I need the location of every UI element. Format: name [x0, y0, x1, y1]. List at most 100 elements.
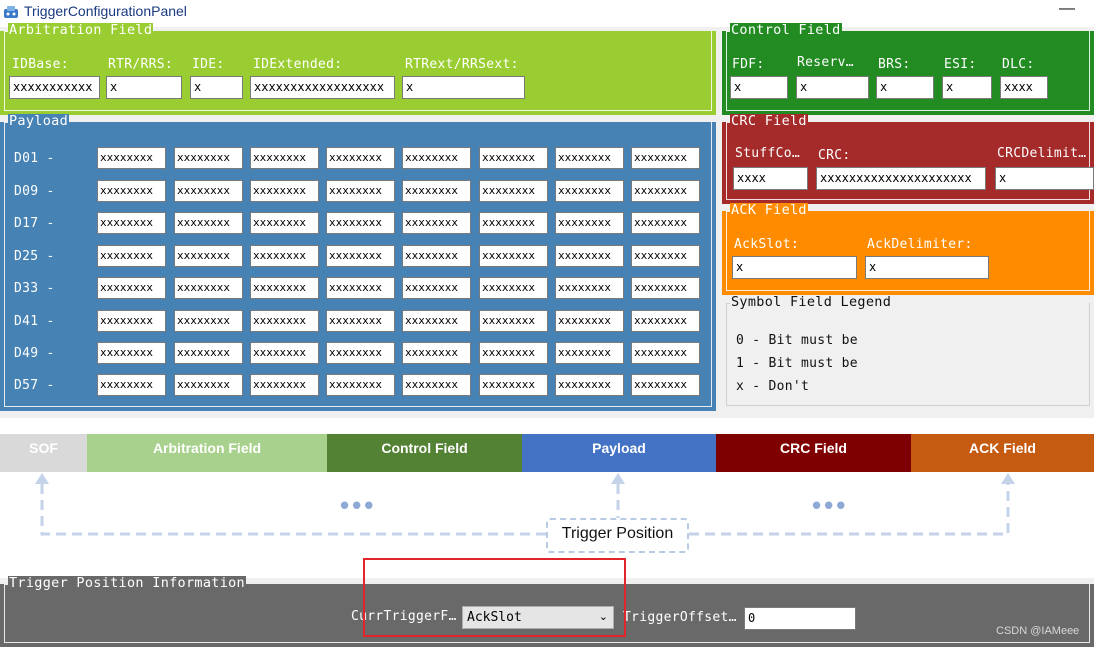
payload-byte-input[interactable]: xxxxxxxx [326, 310, 395, 332]
reserved-input[interactable]: x [796, 76, 869, 99]
title-bar: TriggerConfigurationPanel — [0, 0, 1094, 27]
arrow-right [689, 484, 1010, 536]
payload-byte-input[interactable]: xxxxxxxx [326, 147, 395, 169]
payload-byte-input[interactable]: xxxxxxxx [479, 310, 548, 332]
payload-byte-input[interactable]: xxxxxxxx [402, 245, 471, 267]
payload-byte-input[interactable]: xxxxxxxx [402, 212, 471, 234]
payload-row-label: D57 - [14, 378, 55, 393]
payload-byte-input[interactable]: xxxxxxxx [174, 147, 243, 169]
payload-byte-input[interactable]: xxxxxxxx [555, 245, 624, 267]
payload-byte-input[interactable]: xxxxxxxx [250, 342, 319, 364]
trigger-arrows [35, 473, 1015, 536]
ackslot-input[interactable]: x [732, 256, 857, 279]
arrowhead-left [35, 473, 49, 484]
payload-byte-input[interactable]: xxxxxxxx [326, 277, 395, 299]
payload-byte-input[interactable]: xxxxxxxx [326, 180, 395, 202]
arrow-left [40, 484, 546, 536]
payload-byte-input[interactable]: xxxxxxxx [174, 212, 243, 234]
payload-byte-input[interactable]: xxxxxxxx [97, 147, 166, 169]
ackdelimiter-input[interactable]: x [865, 256, 989, 279]
payload-byte-input[interactable]: xxxxxxxx [97, 374, 166, 396]
idextended-input[interactable]: xxxxxxxxxxxxxxxxxx [250, 76, 395, 99]
payload-byte-input[interactable]: xxxxxxxx [174, 374, 243, 396]
stuffcount-input[interactable]: xxxx [733, 167, 808, 190]
payload-byte-input[interactable]: xxxxxxxx [174, 310, 243, 332]
minimize-button[interactable]: — [1052, 0, 1082, 22]
payload-byte-input[interactable]: xxxxxxxx [250, 310, 319, 332]
payload-byte-input[interactable]: xxxxxxxx [326, 245, 395, 267]
payload-byte-input[interactable]: xxxxxxxx [174, 277, 243, 299]
payload-byte-input[interactable]: xxxxxxxx [555, 147, 624, 169]
payload-byte-input[interactable]: xxxxxxxx [402, 147, 471, 169]
payload-byte-input[interactable]: xxxxxxxx [631, 245, 700, 267]
payload-byte-input[interactable]: xxxxxxxx [555, 277, 624, 299]
payload-byte-input[interactable]: xxxxxxxx [97, 342, 166, 364]
payload-byte-input[interactable]: xxxxxxxx [479, 277, 548, 299]
brs-input[interactable]: x [876, 76, 934, 99]
payload-byte-input[interactable]: xxxxxxxx [250, 147, 319, 169]
crc-label: CRC: [818, 148, 851, 163]
control-field-group: Control Field FDF: x Reserv… x BRS: x ES… [722, 23, 1094, 115]
control-legend: Control Field [730, 22, 842, 38]
payload-byte-input[interactable]: xxxxxxxx [479, 212, 548, 234]
dlc-label: DLC: [1002, 57, 1035, 72]
trigger-offset-input[interactable]: 0 [744, 607, 856, 630]
payload-byte-input[interactable]: xxxxxxxx [631, 147, 700, 169]
payload-byte-input[interactable]: xxxxxxxx [97, 212, 166, 234]
payload-byte-input[interactable]: xxxxxxxx [555, 180, 624, 202]
payload-byte-input[interactable]: xxxxxxxx [97, 245, 166, 267]
payload-byte-input[interactable]: xxxxxxxx [250, 277, 319, 299]
payload-byte-input[interactable]: xxxxxxxx [631, 342, 700, 364]
payload-byte-input[interactable]: xxxxxxxx [250, 180, 319, 202]
payload-byte-input[interactable]: xxxxxxxx [479, 180, 548, 202]
payload-byte-input[interactable]: xxxxxxxx [402, 374, 471, 396]
payload-byte-input[interactable]: xxxxxxxx [555, 374, 624, 396]
payload-byte-input[interactable]: xxxxxxxx [97, 180, 166, 202]
payload-byte-input[interactable]: xxxxxxxx [479, 374, 548, 396]
payload-byte-input[interactable]: xxxxxxxx [174, 245, 243, 267]
payload-byte-input[interactable]: xxxxxxxx [97, 277, 166, 299]
payload-byte-input[interactable]: xxxxxxxx [402, 180, 471, 202]
dlc-input[interactable]: xxxx [1000, 76, 1048, 99]
ide-input[interactable]: x [190, 76, 243, 99]
trigger-info-legend: Trigger Position Information [8, 575, 246, 591]
payload-byte-input[interactable]: xxxxxxxx [631, 310, 700, 332]
payload-byte-input[interactable]: xxxxxxxx [326, 342, 395, 364]
payload-byte-input[interactable]: xxxxxxxx [555, 212, 624, 234]
payload-byte-input[interactable]: xxxxxxxx [555, 310, 624, 332]
esi-input[interactable]: x [942, 76, 992, 99]
payload-byte-input[interactable]: xxxxxxxx [250, 245, 319, 267]
idbase-label: IDBase: [12, 57, 69, 72]
arrowhead-center [611, 473, 625, 484]
payload-byte-input[interactable]: xxxxxxxx [631, 180, 700, 202]
rtrext-rrsext-input[interactable]: x [402, 76, 525, 99]
fdf-input[interactable]: x [730, 76, 788, 99]
payload-byte-input[interactable]: xxxxxxxx [97, 310, 166, 332]
payload-byte-input[interactable]: xxxxxxxx [326, 212, 395, 234]
payload-byte-input[interactable]: xxxxxxxx [479, 147, 548, 169]
crc-delimiter-input[interactable]: x [995, 167, 1094, 190]
payload-row-label: D17 - [14, 216, 55, 231]
crc-input[interactable]: xxxxxxxxxxxxxxxxxxxxx [816, 167, 986, 190]
payload-byte-input[interactable]: xxxxxxxx [555, 342, 624, 364]
payload-byte-input[interactable]: xxxxxxxx [631, 374, 700, 396]
payload-byte-input[interactable]: xxxxxxxx [402, 342, 471, 364]
payload-byte-input[interactable]: xxxxxxxx [479, 342, 548, 364]
payload-byte-input[interactable]: xxxxxxxx [402, 310, 471, 332]
symbol-legend-line: 0 - Bit must be [736, 333, 858, 348]
payload-byte-input[interactable]: xxxxxxxx [250, 212, 319, 234]
crc-field-group: CRC Field StuffCo… xxxx CRC: xxxxxxxxxxx… [722, 114, 1094, 204]
payload-byte-input[interactable]: xxxxxxxx [174, 180, 243, 202]
payload-byte-input[interactable]: xxxxxxxx [631, 212, 700, 234]
payload-byte-input[interactable]: xxxxxxxx [174, 342, 243, 364]
ide-label: IDE: [192, 57, 225, 72]
rtr-rrs-input[interactable]: x [106, 76, 182, 99]
idbase-input[interactable]: xxxxxxxxxxx [9, 76, 100, 99]
payload-byte-input[interactable]: xxxxxxxx [326, 374, 395, 396]
payload-byte-input[interactable]: xxxxxxxx [479, 245, 548, 267]
arbitration-legend: Arbitration Field [8, 22, 154, 38]
brs-label: BRS: [878, 57, 911, 72]
payload-byte-input[interactable]: xxxxxxxx [402, 277, 471, 299]
payload-byte-input[interactable]: xxxxxxxx [631, 277, 700, 299]
payload-byte-input[interactable]: xxxxxxxx [250, 374, 319, 396]
